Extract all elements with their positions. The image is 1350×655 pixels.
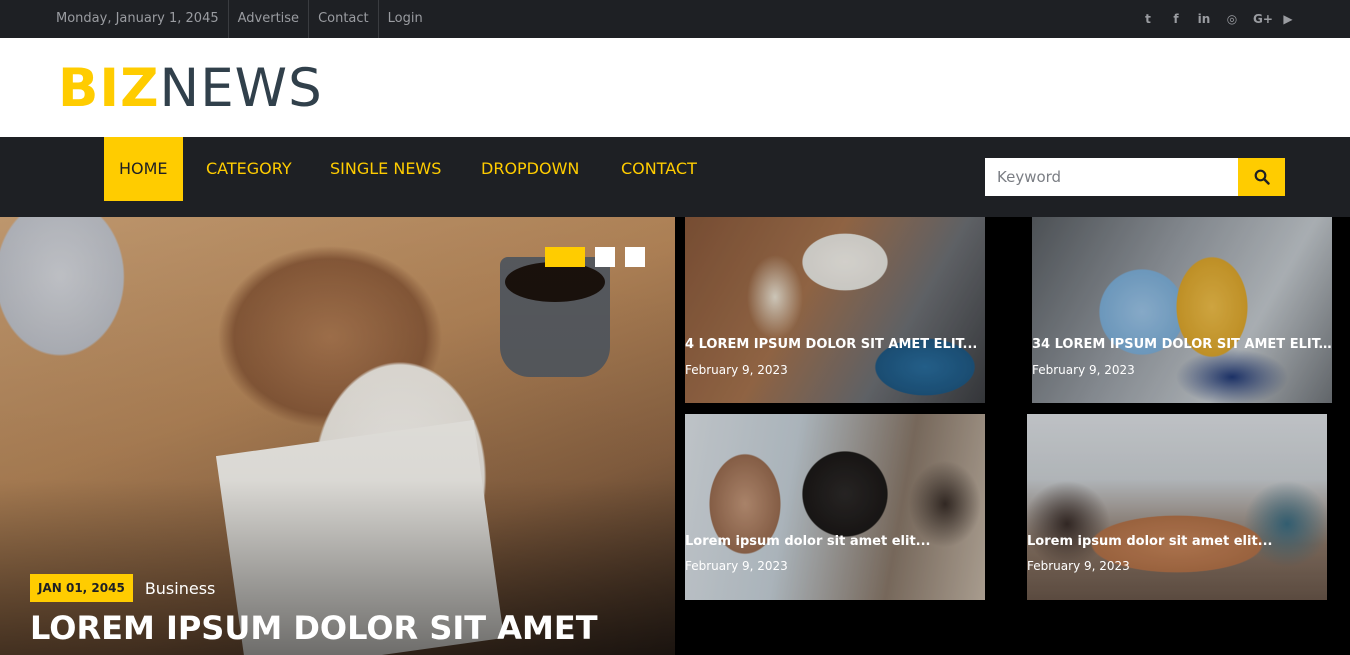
search-button[interactable] — [1238, 158, 1285, 196]
login-link[interactable]: Login — [379, 0, 432, 38]
twitter-icon[interactable]: t — [1141, 12, 1155, 26]
logo-news: NEWS — [159, 58, 323, 119]
tile-title[interactable]: Lorem ipsum dolor sit amet elit... — [1027, 534, 1327, 549]
linkedin-icon[interactable]: in — [1197, 12, 1211, 26]
google-plus-icon[interactable]: G+ — [1253, 12, 1273, 26]
tile-title[interactable]: 4 LOREM IPSUM DOLOR SIT AMET ELIT... — [685, 337, 985, 352]
social-links: t f in ◎ G+ ▶ — [1141, 0, 1295, 38]
tile-title[interactable]: 34 LOREM IPSUM DOLOR SIT AMET ELIT... — [1032, 337, 1332, 352]
search-icon — [1254, 169, 1270, 185]
nav-dropdown[interactable]: DROPDOWN — [481, 137, 579, 201]
news-tile[interactable]: Lorem ipsum dolor sit amet elit... Febru… — [685, 414, 985, 600]
news-tile[interactable]: Lorem ipsum dolor sit amet elit... Febru… — [1027, 414, 1327, 600]
carousel-dots — [545, 247, 645, 267]
carousel-dot-1[interactable] — [545, 247, 585, 267]
logo-biz: BIZ — [58, 58, 160, 119]
facebook-icon[interactable]: f — [1169, 12, 1183, 26]
nav-contact[interactable]: CONTACT — [621, 137, 697, 201]
top-links: Monday, January 1, 2045 Advertise Contac… — [47, 0, 432, 38]
carousel-dot-2[interactable] — [595, 247, 615, 267]
tile-date[interactable]: February 9, 2023 — [685, 363, 788, 377]
nav-category[interactable]: CATEGORY — [206, 137, 292, 201]
top-bar: Monday, January 1, 2045 Advertise Contac… — [0, 0, 1350, 38]
hero-date-badge[interactable]: JAN 01, 2045 — [30, 574, 133, 602]
search-form — [985, 158, 1285, 196]
news-tile[interactable]: 34 LOREM IPSUM DOLOR SIT AMET ELIT... Fe… — [1032, 217, 1332, 403]
hero-image-cup — [500, 257, 610, 377]
tile-title[interactable]: Lorem ipsum dolor sit amet elit... — [685, 534, 985, 549]
instagram-icon[interactable]: ◎ — [1225, 12, 1239, 26]
hero-meta: JAN 01, 2045 Business — [30, 574, 215, 602]
youtube-icon[interactable]: ▶ — [1281, 12, 1295, 26]
advertise-link[interactable]: Advertise — [229, 0, 310, 38]
tile-date[interactable]: February 9, 2023 — [1032, 363, 1135, 377]
tile-date[interactable]: February 9, 2023 — [1027, 559, 1130, 573]
hero-category[interactable]: Business — [145, 579, 216, 598]
contact-link[interactable]: Contact — [309, 0, 379, 38]
carousel-dot-3[interactable] — [625, 247, 645, 267]
nav-home[interactable]: HOME — [104, 137, 183, 201]
search-input[interactable] — [985, 158, 1238, 196]
nav-single-news[interactable]: SINGLE NEWS — [330, 137, 441, 201]
hero-title[interactable]: LOREM IPSUM DOLOR SIT AMET — [30, 609, 598, 647]
tile-date[interactable]: February 9, 2023 — [685, 559, 788, 573]
site-logo[interactable]: BIZNEWS — [58, 62, 323, 115]
top-date: Monday, January 1, 2045 — [47, 0, 229, 38]
hero-slide[interactable]: JAN 01, 2045 Business LOREM IPSUM DOLOR … — [0, 217, 675, 655]
news-tile[interactable]: 4 LOREM IPSUM DOLOR SIT AMET ELIT... Feb… — [685, 217, 985, 403]
